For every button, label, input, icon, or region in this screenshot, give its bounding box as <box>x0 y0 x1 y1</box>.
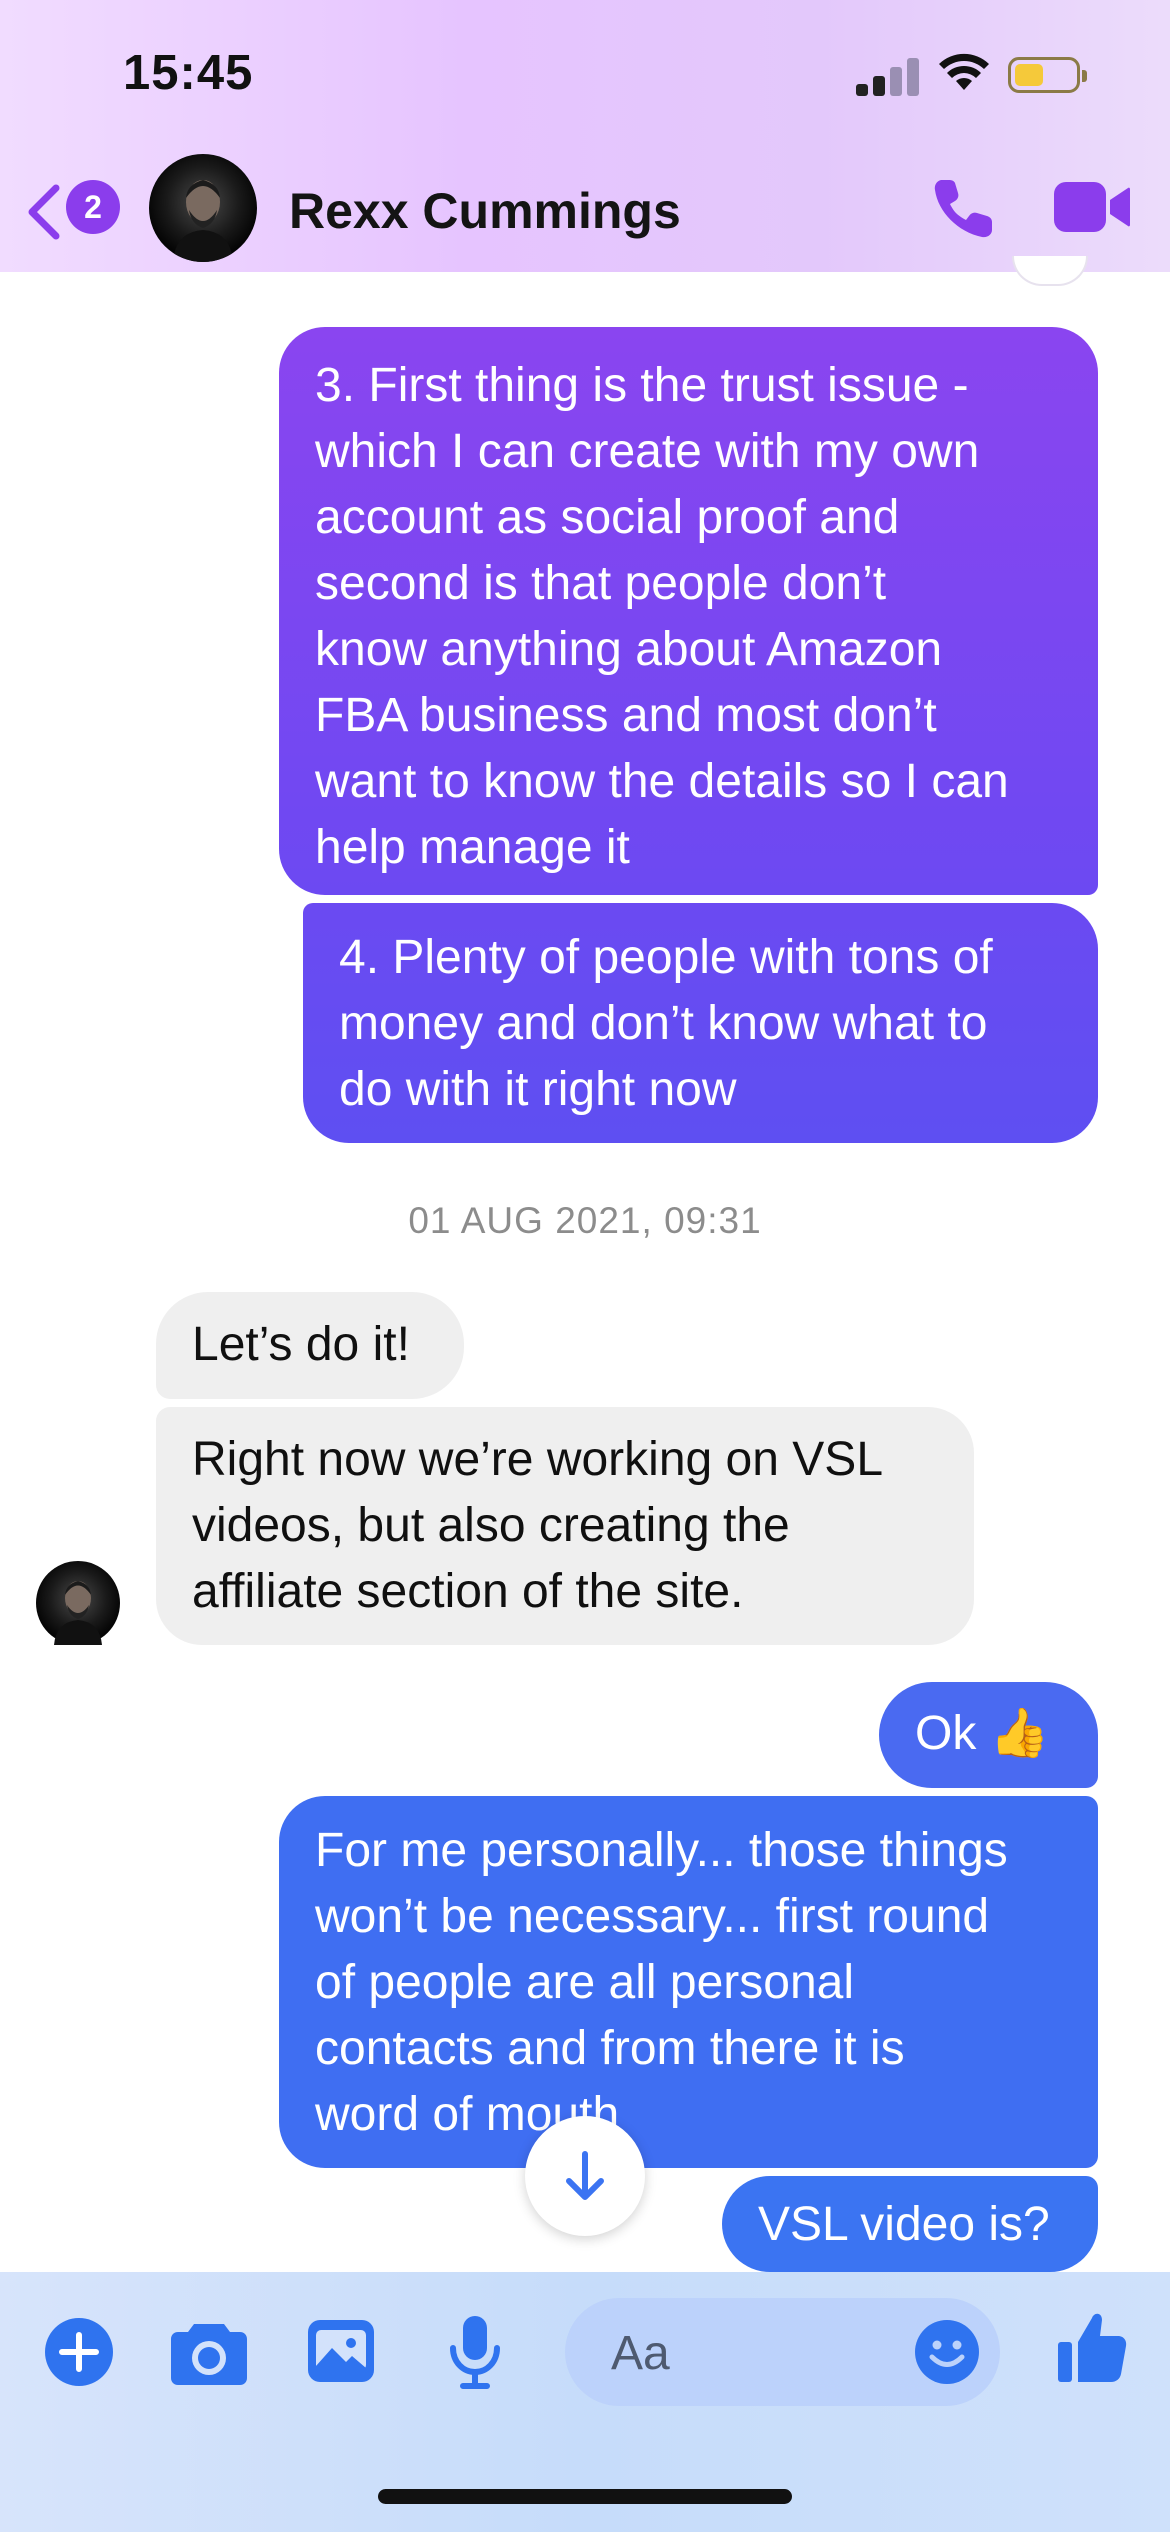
signal-strength-icon <box>856 56 919 96</box>
status-time: 15:45 <box>123 46 254 100</box>
outgoing-message[interactable]: VSL video is? <box>722 2176 1098 2272</box>
camera-icon[interactable] <box>170 2318 248 2386</box>
message-input[interactable] <box>609 2324 863 2382</box>
thumbs-up-icon[interactable] <box>1056 2308 1128 2384</box>
conversation-header: 2 Rexx Cummings <box>0 150 1170 272</box>
contact-name[interactable]: Rexx Cummings <box>289 182 681 240</box>
back-button[interactable]: 2 <box>26 180 122 240</box>
back-chevron-icon <box>28 184 60 240</box>
outgoing-message[interactable]: Ok 👍 <box>879 1682 1098 1788</box>
status-bar: 15:45 <box>0 0 1170 150</box>
phone-icon[interactable] <box>928 172 1000 244</box>
scroll-to-bottom-button[interactable] <box>525 2116 645 2236</box>
battery-icon <box>1008 57 1087 93</box>
emoji-icon[interactable] <box>913 2318 981 2386</box>
photo-icon[interactable] <box>306 2318 376 2384</box>
message-input-field[interactable] <box>565 2298 1000 2406</box>
arrow-down-icon <box>566 2151 604 2200</box>
unread-count-badge: 2 <box>66 180 120 234</box>
contact-avatar[interactable] <box>149 154 257 262</box>
outgoing-message[interactable]: 3. First thing is the trust issue - whic… <box>279 327 1098 895</box>
video-camera-icon[interactable] <box>1052 178 1132 236</box>
plus-icon[interactable] <box>44 2317 114 2387</box>
outgoing-message[interactable]: 4. Plenty of people with tons of money a… <box>303 903 1098 1143</box>
reaction-bubble <box>1012 256 1088 286</box>
home-indicator <box>378 2489 792 2504</box>
incoming-message[interactable]: Right now we’re working on VSL videos, b… <box>156 1407 974 1645</box>
message-timestamp: 01 AUG 2021, 09:31 <box>408 1200 762 1241</box>
incoming-message[interactable]: Let’s do it! <box>156 1292 464 1399</box>
microphone-icon[interactable] <box>447 2314 503 2390</box>
outgoing-message[interactable]: For me personally... those things won’t … <box>279 1796 1098 2168</box>
sender-avatar[interactable] <box>36 1561 120 1645</box>
wifi-icon <box>939 53 989 90</box>
